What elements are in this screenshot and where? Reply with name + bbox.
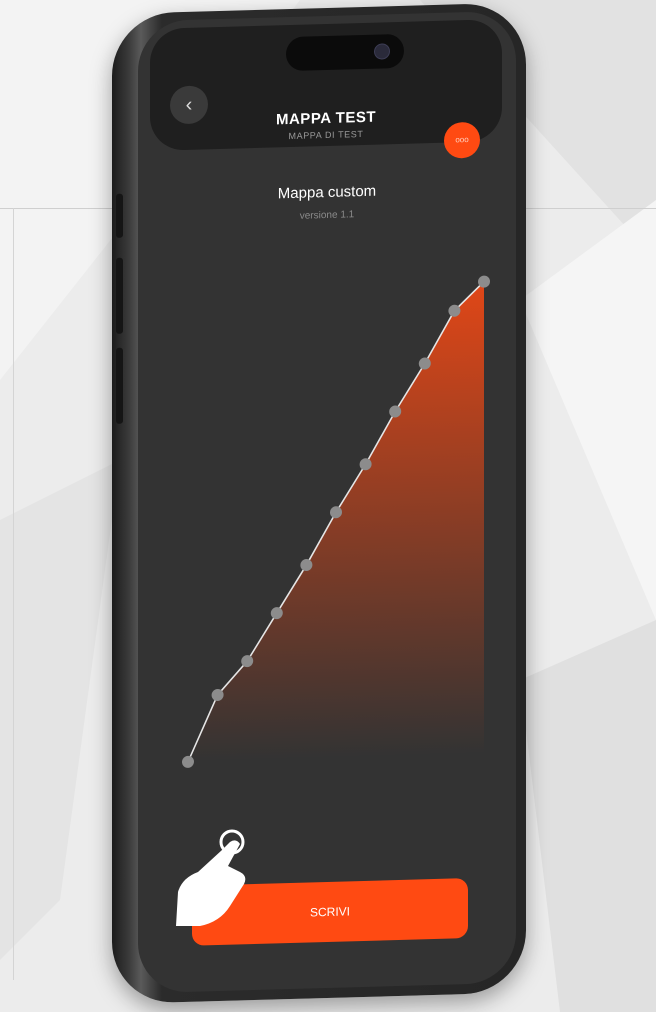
guide-line-left — [13, 208, 14, 980]
curve-area-fill — [188, 281, 484, 762]
curve-point-10[interactable] — [478, 275, 490, 288]
side-button-mute — [116, 193, 123, 238]
hand-tap-icon — [176, 829, 246, 926]
curve-point-0[interactable] — [182, 755, 194, 768]
side-button-volume-up — [116, 257, 123, 334]
side-button-volume-down — [116, 347, 123, 424]
